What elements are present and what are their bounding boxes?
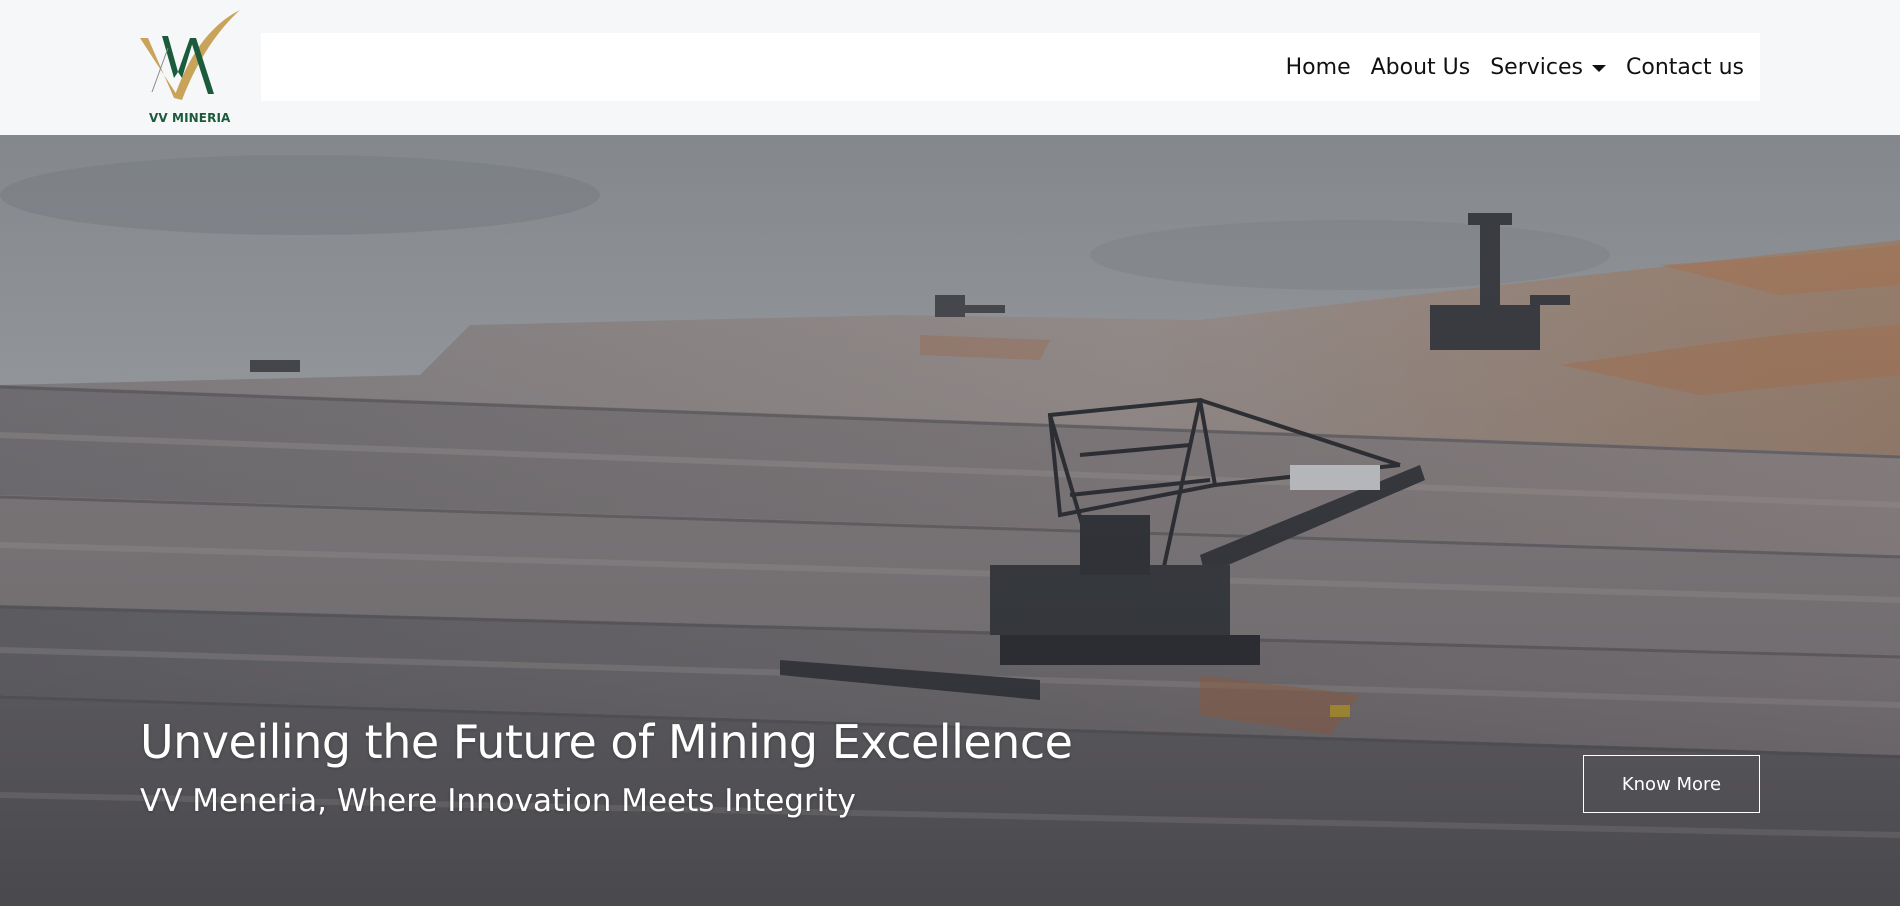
hero-banner: Unveiling the Future of Mining Excellenc… xyxy=(0,135,1900,906)
know-more-button[interactable]: Know More xyxy=(1583,755,1760,813)
nav-item-label: Services xyxy=(1490,54,1583,80)
logo-mark-icon xyxy=(140,10,240,100)
site-header: VV MINERIA Home About Us Services Contac… xyxy=(0,0,1900,135)
nav-item-label: Home xyxy=(1285,54,1351,80)
nav-item-label: Contact us xyxy=(1626,54,1744,80)
nav-item-about-us[interactable]: About Us xyxy=(1371,55,1471,80)
brand-logo[interactable]: VV MINERIA xyxy=(138,8,248,128)
logo-text: VV MINERIA xyxy=(149,111,231,125)
main-nav: Home About Us Services Contact us xyxy=(261,33,1760,101)
hero-subtitle: VV Meneria, Where Innovation Meets Integ… xyxy=(140,783,856,819)
nav-item-services[interactable]: Services xyxy=(1490,55,1606,80)
nav-item-home[interactable]: Home xyxy=(1286,55,1351,80)
nav-item-contact-us[interactable]: Contact us xyxy=(1626,55,1744,80)
hero-title: Unveiling the Future of Mining Excellenc… xyxy=(140,715,1073,769)
caret-down-icon xyxy=(1592,64,1606,72)
nav-item-label: About Us xyxy=(1370,54,1471,80)
